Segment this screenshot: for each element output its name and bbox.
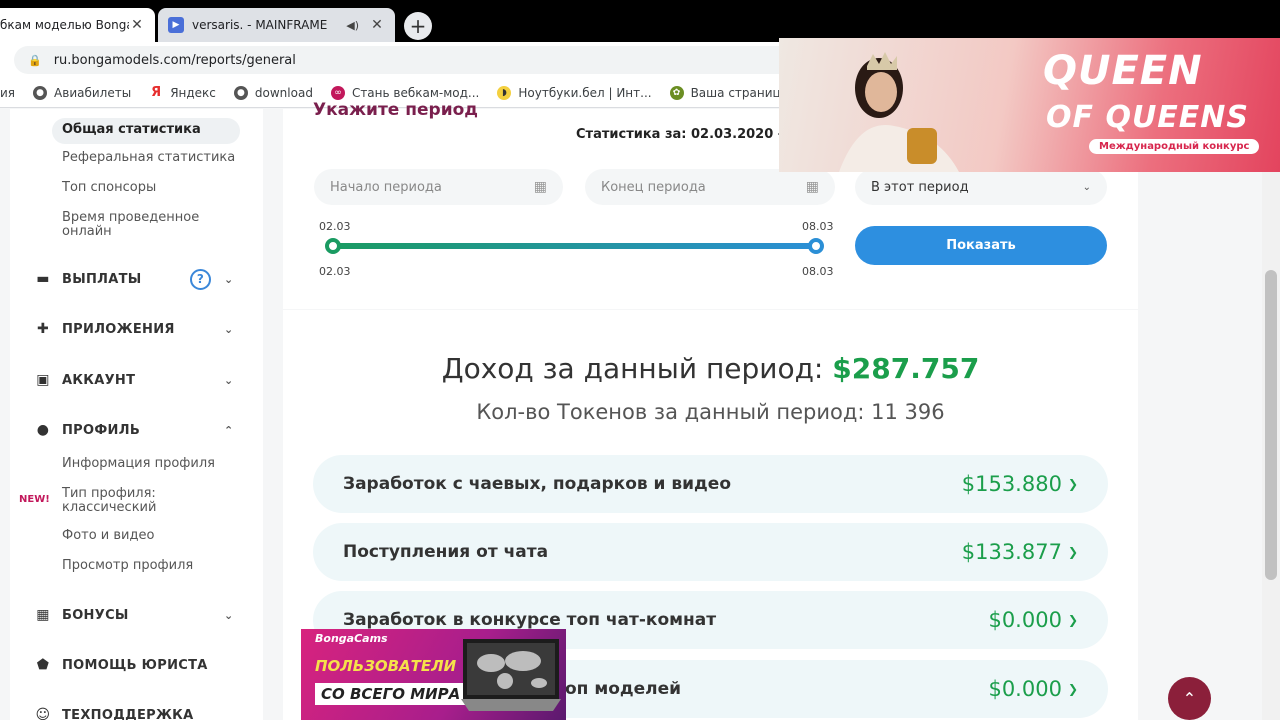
sidebar-item-photo-video[interactable]: Фото и видео — [62, 529, 154, 543]
period-start-input[interactable]: Начало периода ▦ — [314, 169, 563, 205]
slider-start-label: 02.03 — [319, 220, 351, 233]
income-label: Доход за данный период: — [441, 352, 824, 385]
income-amount: $287.757 — [832, 352, 980, 385]
tab-label: бкам моделью BongaC — [0, 18, 129, 32]
slider-start-handle[interactable] — [325, 238, 341, 254]
sidebar-item-referral-stats[interactable]: Реферальная статистика — [62, 151, 235, 165]
banner-line1: ПОЛЬЗОВАТЕЛИ — [315, 657, 457, 675]
earnings-amount: $133.877 — [961, 540, 1062, 564]
bookmark-item[interactable]: ия — [0, 86, 15, 100]
earnings-amount: $0.000 — [988, 677, 1062, 701]
new-badge: NEW! — [19, 494, 50, 505]
sidebar-item-profile-info[interactable]: Информация профиля — [62, 457, 215, 471]
globe-icon: ● — [33, 85, 48, 100]
date-range-slider-track[interactable] — [333, 243, 816, 249]
gift-icon: ▦ — [36, 607, 50, 623]
model-photo — [839, 52, 959, 172]
sidebar-section-payouts[interactable]: ▬ ВЫПЛАТЫ ? ⌄ — [10, 254, 263, 304]
banner-line2: СО ВСЕГО МИРА — [315, 683, 467, 705]
period-select[interactable]: В этот период ⌄ — [855, 169, 1107, 205]
sidebar-item-top-sponsors[interactable]: Топ спонсоры — [62, 181, 156, 195]
chevron-down-icon[interactable]: ❯ — [1068, 545, 1078, 559]
sidebar-section-bonuses[interactable]: ▦ БОНУСЫ ⌄ — [10, 590, 263, 640]
globe-icon: ● — [233, 85, 248, 100]
sidebar: Общая статистика Реферальная статистика … — [10, 109, 263, 720]
slider-end-label: 08.03 — [802, 220, 834, 233]
earnings-amount: $153.880 — [961, 472, 1062, 496]
chevron-up-icon: ⌃ — [224, 423, 234, 437]
support-icon: ☺ — [35, 707, 51, 720]
bongacams-banner[interactable]: BongaCams ПОЛЬЗОВАТЕЛИ СО ВСЕГО МИРА — [301, 629, 566, 720]
puzzle-icon: ✚ — [36, 321, 50, 337]
slider-max-label: 08.03 — [802, 265, 834, 278]
help-icon[interactable]: ? — [190, 268, 211, 290]
new-tab-button[interactable]: + — [404, 12, 432, 40]
tab-versaris[interactable]: ▶ versaris. - MAINFRAME ◀) ✕ — [158, 8, 395, 42]
youtube-favicon-icon: ▶ — [168, 17, 184, 33]
chevron-down-icon[interactable]: ❯ — [1068, 477, 1078, 491]
banana-icon: ◗ — [497, 85, 512, 100]
laptop-world-map-image — [461, 639, 561, 711]
chevron-down-icon: ⌄ — [224, 272, 234, 286]
banner-subtitle: Международный конкурс — [1089, 139, 1260, 154]
banner-title-line1: QUEEN — [1043, 48, 1203, 94]
sidebar-section-apps[interactable]: ✚ ПРИЛОЖЕНИЯ ⌄ — [10, 304, 263, 354]
slider-min-label: 02.03 — [319, 265, 351, 278]
income-summary: Доход за данный период: $287.757 — [283, 352, 1138, 385]
earnings-row-chat[interactable]: Поступления от чата $133.877 ❯ — [313, 523, 1108, 581]
period-heading: Укажите период — [313, 100, 479, 120]
sidebar-item-online-time[interactable]: Время проведенное онлайн — [62, 211, 222, 239]
scroll-to-top-button[interactable]: ⌃ — [1168, 677, 1211, 720]
lock-icon: 🔒 — [28, 53, 42, 67]
sidebar-item-profile-preview[interactable]: Просмотр профиля — [62, 559, 193, 573]
queen-of-queens-banner[interactable]: QUEEN OF QUEENS Международный конкурс — [779, 38, 1280, 172]
chevron-up-icon: ⌃ — [1182, 689, 1197, 708]
sidebar-section-support[interactable]: ☺ ТЕХПОДДЕРЖКА — [10, 690, 263, 720]
close-tab-icon[interactable]: ✕ — [129, 17, 145, 33]
bookmark-item[interactable]: ◗ Ноутбуки.бел | Инт... — [497, 85, 652, 100]
chevron-down-icon: ⌄ — [1082, 181, 1091, 193]
chevron-down-icon[interactable]: ❯ — [1068, 682, 1078, 696]
bookmark-item[interactable]: Я Яндекс — [149, 85, 216, 100]
sidebar-section-lawyer[interactable]: ⬟ ПОМОЩЬ ЮРИСТА — [10, 640, 263, 690]
chevron-down-icon: ⌄ — [224, 608, 234, 622]
sidebar-section-profile[interactable]: ● ПРОФИЛЬ ⌃ — [10, 405, 263, 455]
user-card-icon: ▣ — [36, 372, 50, 388]
leaf-icon: ✿ — [669, 85, 684, 100]
bookmark-item[interactable]: ● download — [233, 85, 313, 100]
stats-period-text: Статистика за: 02.03.2020 - 0 — [576, 127, 797, 142]
chevron-down-icon: ⌄ — [224, 373, 234, 387]
user-icon: ● — [36, 422, 50, 438]
bookmark-item[interactable]: ● Авиабилеты — [33, 85, 131, 100]
yandex-icon: Я — [149, 85, 164, 100]
bonga-icon: ∞ — [330, 85, 345, 100]
shield-icon: ⬟ — [36, 657, 50, 673]
sidebar-item-profile-type[interactable]: Тип профиля: классический — [62, 487, 202, 515]
calendar-icon[interactable]: ▦ — [534, 179, 547, 195]
bongacams-logo: BongaCams — [315, 632, 388, 645]
close-tab-icon[interactable]: ✕ — [369, 17, 385, 33]
show-button[interactable]: Показать — [855, 226, 1107, 265]
sidebar-section-account[interactable]: ▣ АККАУНТ ⌄ — [10, 355, 263, 405]
banner-title-line2: OF QUEENS — [1046, 100, 1250, 135]
bookmark-item[interactable]: ∞ Стань вебкам-мод... — [330, 85, 479, 100]
audio-playing-icon[interactable]: ◀) — [346, 19, 359, 32]
calendar-icon[interactable]: ▦ — [806, 179, 819, 195]
sidebar-item-general-stats[interactable]: Общая статистика — [52, 118, 240, 144]
browser-tab-bar: бкам моделью BongaC ✕ ▶ versaris. - MAIN… — [0, 0, 1280, 42]
chevron-down-icon[interactable]: ❯ — [1068, 613, 1078, 627]
tab-bongamodels[interactable]: бкам моделью BongaC ✕ — [0, 8, 155, 42]
tokens-summary: Кол-во Токенов за данный период: 11 396 — [476, 400, 945, 424]
period-end-input[interactable]: Конец периода ▦ — [585, 169, 835, 205]
url-field[interactable]: 🔒 ru.bongamodels.com/reports/general — [14, 46, 794, 74]
scrollbar-thumb[interactable] — [1265, 270, 1277, 580]
earnings-row-tips[interactable]: Заработок с чаевых, подарков и видео $15… — [313, 455, 1108, 513]
url-text: ru.bongamodels.com/reports/general — [53, 52, 296, 68]
tab-label: versaris. - MAINFRAME — [192, 18, 328, 32]
chevron-down-icon: ⌄ — [224, 322, 234, 336]
slider-end-handle[interactable] — [808, 238, 824, 254]
earnings-amount: $0.000 — [988, 608, 1062, 632]
wallet-icon: ▬ — [36, 271, 50, 287]
